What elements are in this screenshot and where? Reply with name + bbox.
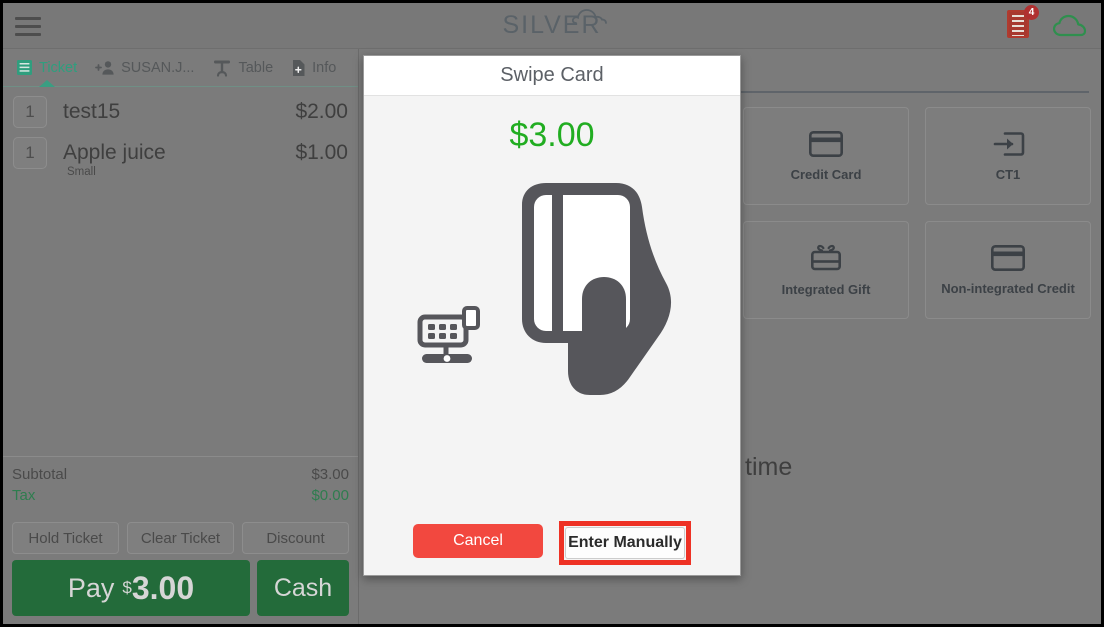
swipe-illustration <box>364 155 740 455</box>
pos-app-window: SILVER 4 Ticket SUSAN.J... Table Info 1 … <box>3 3 1101 624</box>
card-terminal-icon <box>416 300 488 373</box>
dialog-amount: $3.00 <box>509 116 595 154</box>
dialog-header: Swipe Card <box>364 56 740 96</box>
modal-overlay: Swipe Card $3.00 Cancel Enter Manually <box>3 3 1101 624</box>
hand-holding-card-icon <box>512 175 682 410</box>
cancel-button[interactable]: Cancel <box>413 524 543 558</box>
dialog-footer: Cancel Enter Manually <box>364 507 740 575</box>
swipe-card-dialog: Swipe Card $3.00 Cancel Enter Manually <box>363 55 741 576</box>
dialog-title: Swipe Card <box>500 64 604 86</box>
enter-manually-button[interactable]: Enter Manually <box>565 527 685 559</box>
enter-manually-highlight: Enter Manually <box>559 521 691 565</box>
